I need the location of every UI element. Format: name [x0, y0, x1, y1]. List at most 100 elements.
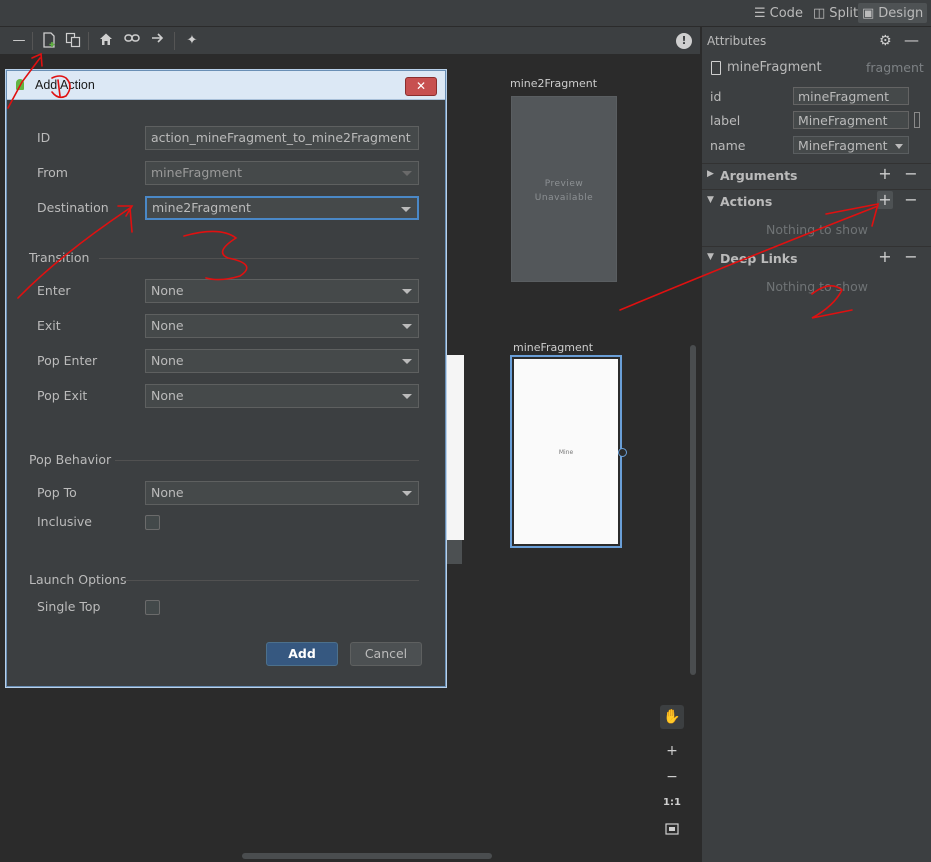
- enter-select[interactable]: None: [145, 279, 419, 303]
- dest-fragment-card[interactable]: Preview Unavailable: [511, 96, 617, 282]
- action-arrow-icon[interactable]: [149, 32, 167, 50]
- chevron-down-icon: [402, 359, 412, 364]
- single-top-label: Single Top: [37, 599, 101, 614]
- inclusive-checkbox[interactable]: [145, 515, 160, 530]
- zoom-out-icon[interactable]: −: [660, 765, 684, 789]
- expand-arrow-icon: ▶: [707, 169, 714, 179]
- fragment-icon: [711, 61, 721, 75]
- close-icon[interactable]: ✕: [405, 77, 437, 96]
- auto-arrange-icon[interactable]: ✦: [183, 32, 201, 50]
- pop-enter-label: Pop Enter: [37, 353, 98, 368]
- transition-section-title: Transition: [29, 250, 90, 265]
- cancel-button[interactable]: Cancel: [350, 642, 422, 666]
- navigation-toolbar: — ✦ !: [0, 27, 700, 54]
- arguments-section-header[interactable]: ▶ Arguments + −: [702, 163, 931, 188]
- id-label: ID: [37, 130, 51, 145]
- exit-label: Exit: [37, 318, 61, 333]
- zoom-in-icon[interactable]: +: [660, 739, 684, 763]
- link-icon[interactable]: [123, 32, 141, 50]
- toolbar-divider: [88, 32, 89, 50]
- code-icon: ☰: [754, 5, 766, 21]
- remove-deep-link-icon[interactable]: −: [903, 248, 919, 266]
- attributes-title: Attributes: [707, 34, 767, 48]
- home-icon[interactable]: [97, 32, 115, 50]
- collapse-arrow-icon: ▼: [707, 252, 714, 262]
- preview-text: Mine: [558, 449, 574, 456]
- label-picker-icon[interactable]: [914, 112, 920, 128]
- source-fragment-name: mineFragment: [513, 341, 594, 354]
- chevron-down-icon: [402, 289, 412, 294]
- enter-label: Enter: [37, 283, 71, 298]
- dest-fragment-name: mine2Fragment: [510, 77, 598, 90]
- collapse-icon[interactable]: —: [10, 32, 28, 50]
- destination-label: Destination: [37, 200, 109, 215]
- nested-graph-icon[interactable]: [64, 32, 82, 50]
- actions-section-header[interactable]: ▼ Actions + −: [702, 189, 931, 214]
- add-deep-link-icon[interactable]: +: [877, 248, 893, 266]
- attr-label-field[interactable]: MineFragment: [793, 111, 909, 129]
- pop-to-label: Pop To: [37, 485, 77, 500]
- zoom-actual-size-button[interactable]: 1:1: [660, 791, 684, 815]
- add-action-dialog: Add Action ✕ ID action_mineFragment_to_m…: [6, 70, 446, 687]
- zoom-to-fit-icon[interactable]: [660, 817, 684, 841]
- toolbar-divider: [174, 32, 175, 50]
- pop-exit-select[interactable]: None: [145, 384, 419, 408]
- remove-argument-icon[interactable]: −: [903, 165, 919, 183]
- split-mode-button[interactable]: ◫ Split: [809, 3, 862, 23]
- attributes-panel: Attributes ⚙ — mineFragment fragment id …: [701, 27, 931, 862]
- preview-unavailable-line1: Preview: [544, 179, 584, 189]
- remove-action-icon[interactable]: −: [903, 191, 919, 209]
- dialog-title: Add Action: [35, 78, 95, 92]
- add-action-icon[interactable]: +: [877, 191, 893, 209]
- code-mode-button[interactable]: ☰ Code: [750, 3, 807, 23]
- chevron-down-icon: [401, 207, 411, 212]
- pop-enter-select[interactable]: None: [145, 349, 419, 373]
- from-select[interactable]: mineFragment: [145, 161, 419, 185]
- attr-id-label: id: [710, 89, 722, 104]
- pan-hand-icon[interactable]: ✋: [660, 705, 684, 729]
- view-mode-bar: ☰ Code ◫ Split ▣ Design: [0, 0, 931, 27]
- actions-empty-text: Nothing to show: [766, 222, 868, 237]
- attr-id-field[interactable]: mineFragment: [793, 87, 909, 105]
- pop-to-select[interactable]: None: [145, 481, 419, 505]
- chevron-down-icon: [402, 394, 412, 399]
- section-divider: [99, 258, 419, 259]
- chevron-down-icon: [402, 324, 412, 329]
- settings-gear-icon[interactable]: ⚙: [879, 33, 895, 49]
- deep-links-section-header[interactable]: ▼ Deep Links + −: [702, 246, 931, 271]
- dialog-title-bar[interactable]: Add Action ✕: [7, 71, 445, 100]
- toolbar-divider: [32, 32, 33, 50]
- chevron-down-icon: [402, 171, 412, 176]
- component-type: fragment: [866, 60, 924, 75]
- from-label: From: [37, 165, 68, 180]
- vertical-scrollbar[interactable]: [690, 345, 696, 675]
- android-studio-icon: [16, 79, 24, 90]
- attr-name-select[interactable]: MineFragment: [793, 136, 909, 154]
- inclusive-label: Inclusive: [37, 514, 92, 529]
- new-destination-icon[interactable]: [40, 32, 58, 50]
- design-icon: ▣: [862, 5, 875, 21]
- component-name: mineFragment: [727, 60, 822, 75]
- action-handle[interactable]: [618, 448, 627, 457]
- chevron-down-icon: [402, 491, 412, 496]
- source-fragment-card[interactable]: Mine: [510, 355, 622, 548]
- add-button[interactable]: Add: [266, 642, 338, 666]
- action-id-input[interactable]: action_mineFragment_to_mine2Fragment: [145, 126, 419, 150]
- minimize-panel-icon[interactable]: —: [904, 31, 920, 49]
- single-top-checkbox[interactable]: [145, 600, 160, 615]
- warning-icon[interactable]: !: [676, 33, 692, 49]
- destination-select[interactable]: mine2Fragment: [145, 196, 419, 220]
- pop-behavior-section-title: Pop Behavior: [29, 452, 112, 467]
- source-fragment-preview: Mine: [514, 359, 618, 544]
- chevron-down-icon: [895, 144, 903, 149]
- horizontal-scrollbar[interactable]: [242, 853, 492, 859]
- exit-select[interactable]: None: [145, 314, 419, 338]
- design-mode-button[interactable]: ▣ Design: [858, 3, 928, 23]
- deep-links-empty-text: Nothing to show: [766, 279, 868, 294]
- pop-exit-label: Pop Exit: [37, 388, 88, 403]
- launch-options-section-title: Launch Options: [29, 572, 127, 587]
- attr-label-label: label: [710, 113, 741, 128]
- collapse-arrow-icon: ▼: [707, 195, 714, 205]
- add-argument-icon[interactable]: +: [877, 165, 893, 183]
- section-divider: [123, 580, 419, 581]
